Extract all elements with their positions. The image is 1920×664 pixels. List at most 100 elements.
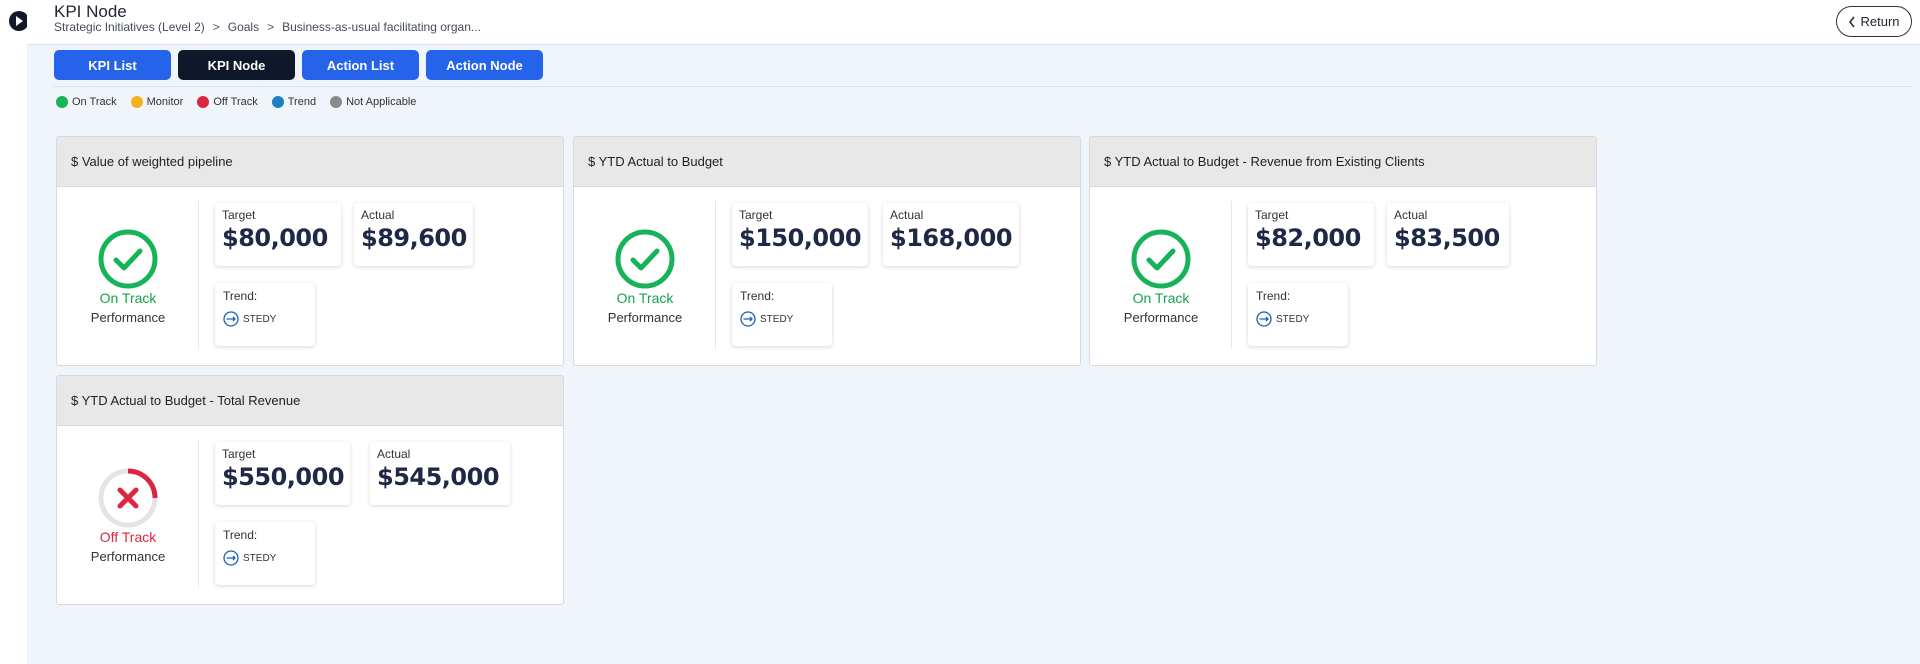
legend-label: Not Applicable bbox=[346, 96, 417, 108]
actual-box: Actual $168,000 bbox=[883, 203, 1019, 266]
trend-text: STEDY bbox=[243, 552, 277, 564]
trend-label: Trend: bbox=[223, 528, 258, 542]
monitor-dot-icon bbox=[130, 96, 143, 108]
trend-dot-icon bbox=[271, 96, 284, 108]
trend-box: Trend: STEDY bbox=[215, 522, 315, 585]
status-label: On Track bbox=[1132, 289, 1190, 306]
performance-label: Performance bbox=[90, 548, 166, 564]
return-label: Return bbox=[1860, 14, 1900, 29]
kpi-card-title: $ YTD Actual to Budget - Revenue from Ex… bbox=[1090, 137, 1596, 187]
trend-label: Trend: bbox=[740, 289, 775, 303]
app-logo-icon[interactable] bbox=[9, 11, 29, 31]
kpi-card[interactable]: $ YTD Actual to Budget On Track Performa… bbox=[573, 136, 1081, 366]
status-label: On Track bbox=[616, 289, 674, 306]
target-label: Target bbox=[739, 208, 773, 222]
check-circle-icon bbox=[98, 229, 158, 288]
legend-label: On Track bbox=[72, 96, 117, 108]
not-applicable-dot-icon bbox=[330, 96, 343, 108]
target-label: Target bbox=[222, 447, 256, 461]
tab-kpi-list[interactable]: KPI List bbox=[54, 50, 171, 80]
actual-label: Actual bbox=[890, 208, 924, 222]
on-track-dot-icon bbox=[56, 96, 68, 108]
kpi-card-title: $ YTD Actual to Budget bbox=[574, 137, 1080, 187]
target-box: Target $80,000 bbox=[215, 203, 341, 266]
legend-label: Monitor bbox=[146, 96, 184, 108]
target-value: $150,000 bbox=[739, 224, 862, 252]
target-value: $82,000 bbox=[1255, 224, 1361, 252]
kpi-status: Off Track Performance bbox=[57, 426, 199, 604]
trend-text: STEDY bbox=[243, 313, 277, 325]
kpi-card-title: $ Value of weighted pipeline bbox=[57, 137, 563, 187]
trend-value: STEDY bbox=[740, 311, 824, 327]
divider bbox=[1231, 201, 1232, 349]
divider bbox=[54, 86, 1912, 87]
breadcrumb-separator: > bbox=[212, 20, 220, 34]
return-button[interactable]: Return bbox=[1836, 6, 1912, 37]
trend-value: STEDY bbox=[223, 311, 307, 327]
legend-item-on-track: On Track bbox=[56, 96, 117, 108]
status-label: On Track bbox=[99, 289, 157, 306]
target-box: Target $150,000 bbox=[732, 203, 868, 266]
check-circle-icon bbox=[615, 229, 675, 288]
actual-label: Actual bbox=[361, 208, 395, 222]
kpi-status: On Track Performance bbox=[57, 187, 199, 365]
trend-steady-icon bbox=[1256, 311, 1272, 327]
target-value: $80,000 bbox=[222, 224, 328, 252]
status-label: Off Track bbox=[99, 528, 157, 545]
legend-label: Trend bbox=[287, 96, 317, 108]
trend-text: STEDY bbox=[1276, 313, 1310, 325]
breadcrumb-item[interactable]: Goals bbox=[228, 20, 259, 34]
trend-box: Trend: STEDY bbox=[1248, 283, 1348, 346]
actual-value: $89,600 bbox=[361, 224, 467, 252]
target-box: Target $550,000 bbox=[215, 442, 350, 505]
divider bbox=[715, 201, 716, 349]
legend-label: Off Track bbox=[213, 96, 258, 108]
status-legend: On Track Monitor Off Track Trend Not App… bbox=[56, 96, 416, 108]
legend-item-trend: Trend bbox=[271, 96, 317, 108]
page-title: KPI Node bbox=[54, 2, 127, 21]
kpi-status: On Track Performance bbox=[574, 187, 716, 365]
kpi-status: On Track Performance bbox=[1090, 187, 1232, 365]
divider bbox=[198, 201, 199, 349]
trend-text: STEDY bbox=[760, 313, 794, 325]
performance-label: Performance bbox=[607, 309, 683, 325]
trend-steady-icon bbox=[223, 311, 239, 327]
target-label: Target bbox=[1255, 208, 1289, 222]
divider bbox=[198, 440, 199, 588]
chevron-left-icon bbox=[1849, 16, 1856, 27]
breadcrumb-item[interactable]: Business-as-usual facilitating organ... bbox=[282, 20, 481, 34]
kpi-card-title: $ YTD Actual to Budget - Total Revenue bbox=[57, 376, 563, 426]
breadcrumb-separator: > bbox=[267, 20, 275, 34]
trend-label: Trend: bbox=[223, 289, 258, 303]
kpi-card[interactable]: $ Value of weighted pipeline On Track Pe… bbox=[56, 136, 564, 366]
actual-box: Actual $89,600 bbox=[354, 203, 473, 266]
actual-label: Actual bbox=[377, 447, 411, 461]
trend-box: Trend: STEDY bbox=[215, 283, 315, 346]
actual-value: $83,500 bbox=[1394, 224, 1500, 252]
actual-box: Actual $83,500 bbox=[1387, 203, 1509, 266]
target-box: Target $82,000 bbox=[1248, 203, 1374, 266]
breadcrumb: Strategic Initiatives (Level 2) > Goals … bbox=[54, 20, 481, 34]
trend-box: Trend: STEDY bbox=[732, 283, 832, 346]
off-track-dot-icon bbox=[197, 96, 210, 108]
actual-box: Actual $545,000 bbox=[370, 442, 510, 505]
tab-bar: KPI List KPI Node Action List Action Nod… bbox=[54, 50, 543, 80]
tab-action-node[interactable]: Action Node bbox=[426, 50, 543, 80]
performance-label: Performance bbox=[1123, 309, 1199, 325]
kpi-card[interactable]: $ YTD Actual to Budget - Total Revenue O… bbox=[56, 375, 564, 605]
legend-item-not-applicable: Not Applicable bbox=[330, 96, 416, 108]
trend-steady-icon bbox=[223, 550, 239, 566]
target-value: $550,000 bbox=[222, 463, 345, 491]
breadcrumb-item[interactable]: Strategic Initiatives (Level 2) bbox=[54, 20, 205, 34]
check-circle-icon bbox=[1131, 229, 1191, 288]
target-label: Target bbox=[222, 208, 256, 222]
tab-action-list[interactable]: Action List bbox=[302, 50, 419, 80]
trend-value: STEDY bbox=[1256, 311, 1340, 327]
performance-label: Performance bbox=[90, 309, 166, 325]
kpi-card[interactable]: $ YTD Actual to Budget - Revenue from Ex… bbox=[1089, 136, 1597, 366]
actual-value: $168,000 bbox=[890, 224, 1013, 252]
legend-item-monitor: Monitor bbox=[130, 96, 184, 108]
tab-kpi-node[interactable]: KPI Node bbox=[178, 50, 295, 80]
trend-steady-icon bbox=[740, 311, 756, 327]
actual-label: Actual bbox=[1394, 208, 1428, 222]
